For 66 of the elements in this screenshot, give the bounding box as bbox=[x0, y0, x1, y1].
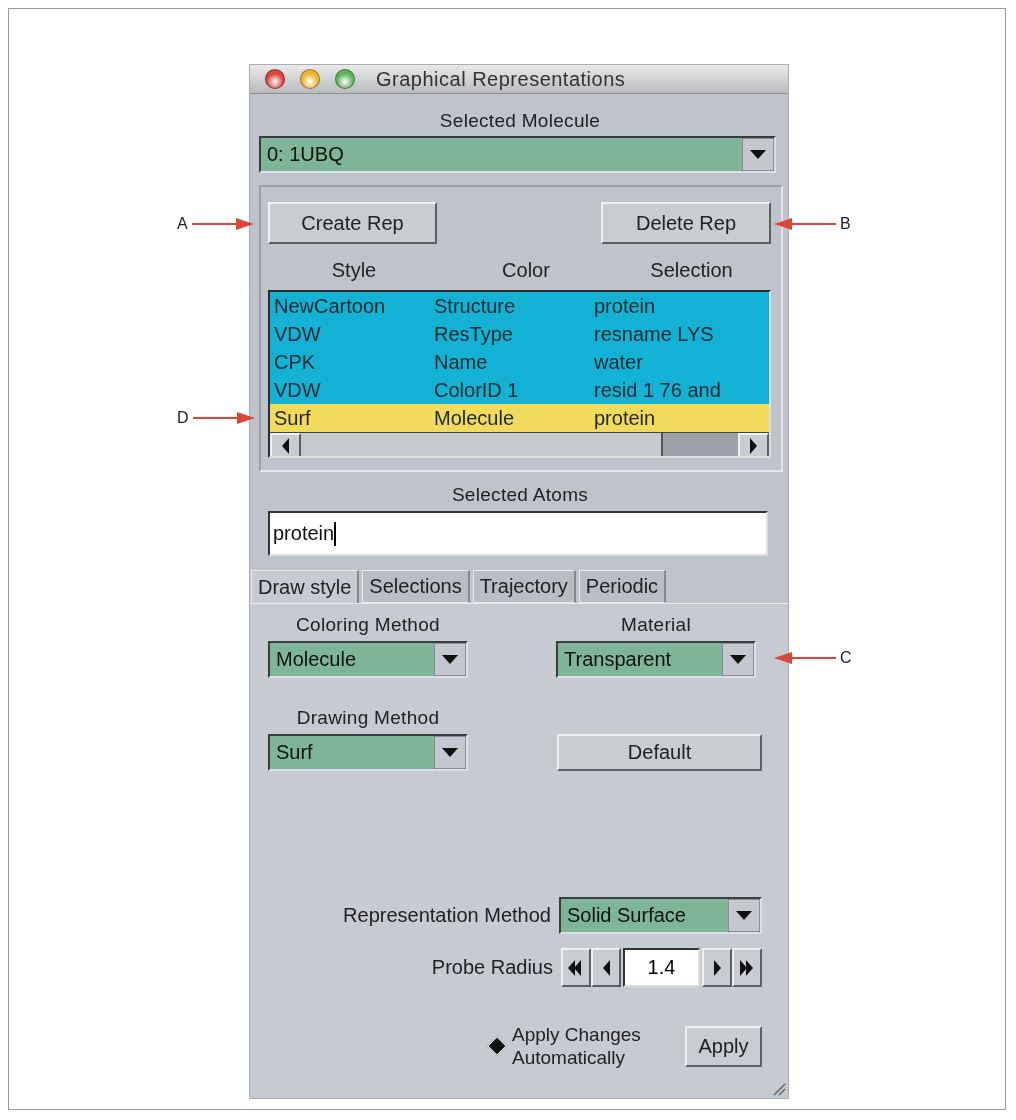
list-cell-text: resid 1 76 and bbox=[594, 378, 722, 403]
step-button[interactable] bbox=[732, 948, 762, 987]
callout-arrow bbox=[774, 651, 836, 665]
tab[interactable]: Selections bbox=[362, 570, 470, 603]
list-row[interactable]: Surf Molecule protein bbox=[270, 404, 769, 432]
list-cell-text: Name bbox=[434, 350, 489, 375]
callout-label: B bbox=[840, 215, 851, 233]
section-label: Selected Molecule bbox=[438, 110, 602, 132]
input-field[interactable]: 1.4 bbox=[623, 948, 700, 987]
close-button[interactable] bbox=[265, 69, 285, 89]
list-cell-text: protein bbox=[594, 294, 657, 319]
list-cell-text: Structure bbox=[434, 294, 517, 319]
step-button[interactable] bbox=[561, 948, 591, 987]
window-title: Graphical Representations bbox=[376, 67, 626, 91]
tab[interactable]: Periodic bbox=[578, 570, 667, 603]
field-label: Drawing Method bbox=[295, 707, 441, 729]
list-cell-text: NewCartoon bbox=[274, 294, 387, 319]
column-header: Style bbox=[330, 259, 378, 281]
callout-label: C bbox=[840, 649, 852, 667]
minimize-button[interactable] bbox=[300, 69, 320, 89]
drawing-dropdown[interactable]: Surf bbox=[268, 734, 468, 771]
list-cell-text: water bbox=[594, 350, 644, 375]
list-cell-text: Surf bbox=[274, 406, 312, 431]
default-button[interactable]: Default bbox=[557, 734, 762, 771]
step-button[interactable] bbox=[591, 948, 621, 987]
input-field[interactable]: protein bbox=[268, 511, 768, 556]
delete-button[interactable]: Delete Rep bbox=[601, 202, 771, 244]
callout-label: A bbox=[177, 215, 188, 233]
step-button[interactable] bbox=[702, 948, 732, 987]
apply-button[interactable]: Apply bbox=[685, 1025, 762, 1067]
tab[interactable]: Trajectory bbox=[472, 570, 576, 603]
column-header: Color bbox=[501, 259, 551, 281]
list-cell-text: resname LYS bbox=[594, 322, 715, 347]
coloring-dropdown[interactable]: Molecule bbox=[268, 641, 468, 678]
callout-label: D bbox=[177, 409, 189, 427]
zoom-button[interactable] bbox=[335, 69, 355, 89]
callout-arrow bbox=[191, 217, 254, 231]
text-cursor bbox=[334, 521, 337, 546]
field-label: Material bbox=[620, 614, 692, 636]
section-label: Selected Atoms bbox=[450, 484, 590, 506]
field-label: Coloring Method bbox=[295, 614, 441, 636]
scroll-thumb[interactable] bbox=[301, 433, 663, 456]
list-cell-text: protein bbox=[594, 406, 657, 431]
list-cell-text: ResType bbox=[434, 322, 514, 347]
callout-arrow bbox=[192, 411, 255, 425]
field-label: Representation Method bbox=[343, 904, 551, 927]
horizontal-scrollbar[interactable] bbox=[270, 432, 769, 456]
caret-icon bbox=[722, 643, 754, 676]
representation-dropdown[interactable]: Solid Surface bbox=[559, 897, 762, 934]
caret-icon bbox=[434, 643, 466, 676]
list-cell-text: ColorID 1 bbox=[434, 378, 520, 403]
list-cell-text: CPK bbox=[274, 350, 317, 375]
list-cell-text: VDW bbox=[274, 322, 322, 347]
column-header: Selection bbox=[649, 259, 734, 281]
callout-arrow bbox=[774, 217, 836, 231]
create-button[interactable]: Create Rep bbox=[268, 202, 437, 244]
caret-icon bbox=[742, 138, 774, 171]
material-dropdown[interactable]: Transparent bbox=[556, 641, 756, 678]
tab[interactable]: Draw style bbox=[251, 570, 360, 603]
list-cell-text: Molecule bbox=[434, 406, 516, 431]
select-dropdown[interactable]: 0: 1UBQ bbox=[259, 136, 776, 173]
caret-icon bbox=[728, 899, 760, 932]
caret-icon bbox=[434, 736, 466, 769]
option-label: Apply Changes Automatically bbox=[512, 1023, 642, 1069]
list-cell-text: VDW bbox=[274, 378, 322, 403]
field-label: Probe Radius bbox=[431, 956, 553, 979]
